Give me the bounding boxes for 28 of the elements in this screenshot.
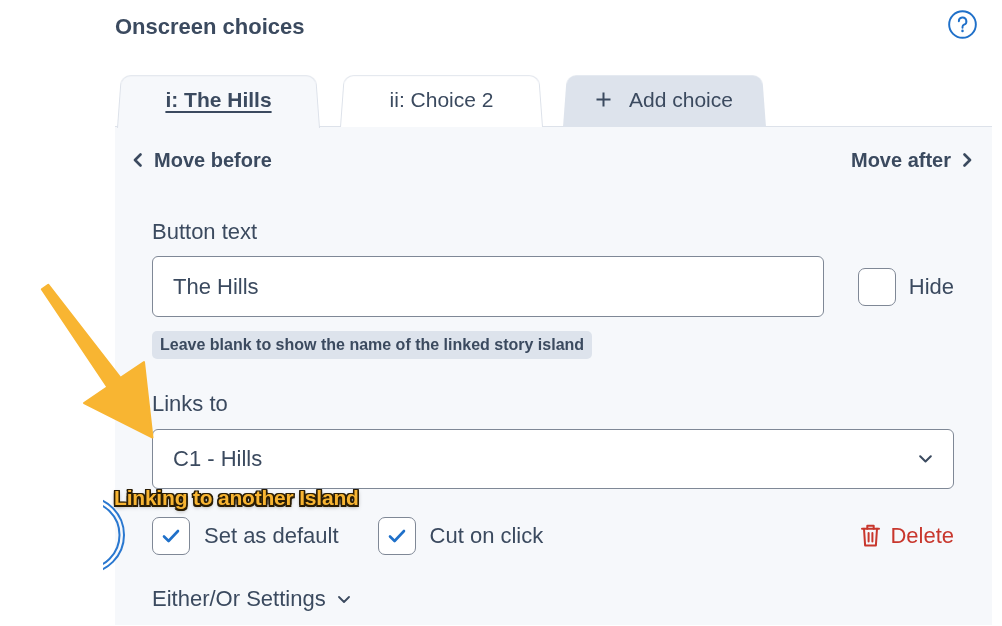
field-label: Button text (152, 219, 258, 245)
plus-icon (596, 92, 612, 107)
tab[interactable]: i: The Hills (117, 73, 320, 128)
check-icon (162, 528, 180, 543)
checkbox-label: Hide (908, 273, 954, 300)
links-to-dropdown[interactable]: C1 - Hills (152, 429, 954, 489)
section-title: Onscreen choices (115, 14, 305, 40)
either-or-settings-toggle[interactable]: Either/Or Settings (152, 586, 350, 612)
add-choice-tab[interactable]: Add choice (563, 73, 766, 128)
delete-button[interactable]: Delete (861, 522, 954, 549)
hint-text: Leave blank to show the name of the linked story island (152, 331, 593, 359)
checkbox[interactable] (377, 516, 416, 555)
tab[interactable]: ii: Choice 2 (340, 73, 543, 128)
move-before-button[interactable]: Move before (133, 148, 272, 172)
checkbox-label: Set as default (204, 522, 339, 549)
button-text-field[interactable]: The Hills (152, 256, 824, 317)
checkbox-label: Cut on click (429, 522, 544, 549)
checkbox[interactable] (152, 516, 190, 555)
checkbox[interactable] (857, 267, 896, 306)
callout-label: Linking to another Island (114, 486, 359, 510)
check-icon (387, 528, 406, 543)
chevron-right-icon (963, 153, 972, 167)
chevron-left-icon (133, 153, 142, 167)
trash-icon (861, 524, 881, 547)
field-label: Links to (152, 391, 228, 417)
move-after-button[interactable]: Move after (850, 148, 972, 172)
chevron-down-icon (919, 455, 932, 463)
help-icon[interactable] (948, 9, 977, 39)
